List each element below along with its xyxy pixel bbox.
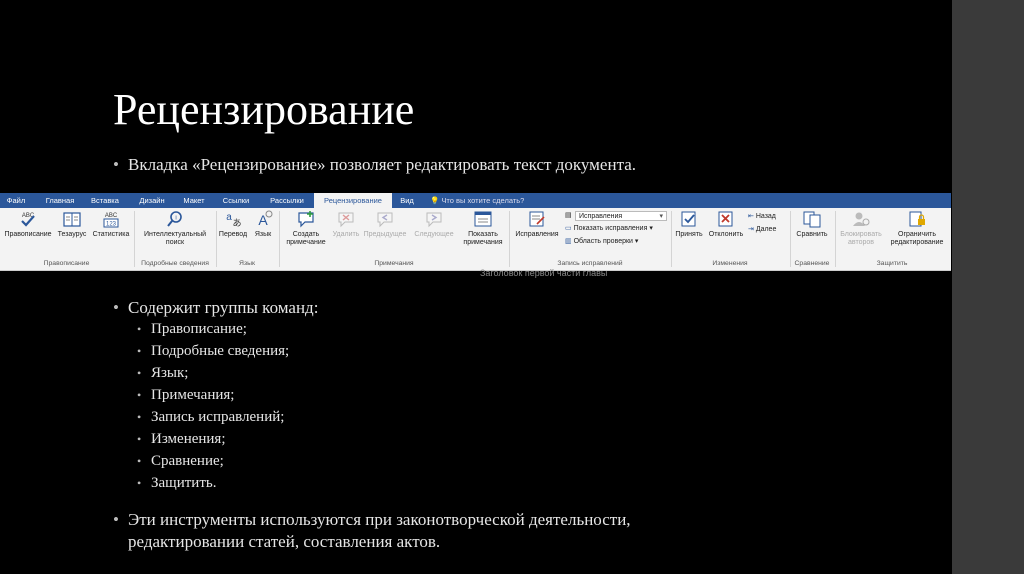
review-pane-icon: ▥ <box>565 238 572 245</box>
accept-icon <box>681 211 696 227</box>
bullet-glyph: • <box>113 298 119 317</box>
lightbulb-icon: 💡 <box>430 196 440 205</box>
word-ribbon: Файл Главная Вставка Дизайн Макет Ссылки… <box>0 193 951 271</box>
slide-title: Рецензирование <box>113 85 415 134</box>
translate-button[interactable]: a あ Перевод <box>217 210 249 239</box>
bullet-glyph: • <box>113 510 119 529</box>
group-label-protect: Защитить <box>876 260 908 267</box>
tab-insert[interactable]: Вставка <box>85 193 125 208</box>
previous-change-icon: ⇤ <box>748 213 754 220</box>
slide: Рецензирование • Вкладка «Рецензирование… <box>0 0 952 574</box>
delete-comment-icon <box>338 212 354 228</box>
group-separator <box>279 211 280 267</box>
book-icon <box>63 212 81 227</box>
side-gutter <box>952 0 1024 574</box>
svg-text:ABC: ABC <box>105 213 118 219</box>
show-markup-button[interactable]: ▭ Показать исправления ▾ <box>565 224 653 234</box>
review-pane-button[interactable]: ▥ Область проверки ▾ <box>565 237 638 247</box>
next-comment-button[interactable]: Следующее <box>410 210 458 239</box>
language-button[interactable]: A Язык <box>249 210 277 239</box>
accept-button[interactable]: Принять <box>672 210 706 239</box>
tab-home[interactable]: Главная <box>40 193 80 208</box>
tell-me-text: Что вы хотите сделать? <box>441 196 525 205</box>
tools-bullet-line1: Эти инструменты используются при законот… <box>128 510 631 529</box>
tools-bullet-line2: редактировании статей, составления актов… <box>128 532 441 551</box>
svg-text:123: 123 <box>106 222 117 228</box>
tab-design[interactable]: Дизайн <box>132 193 172 208</box>
previous-comment-icon <box>377 212 393 228</box>
search-icon: i <box>167 211 182 227</box>
next-change-icon: ⇥ <box>748 226 754 233</box>
group-label-compare: Сравнение <box>794 260 830 267</box>
tab-references[interactable]: Ссылки <box>216 193 256 208</box>
thesaurus-button[interactable]: Тезаурус <box>54 210 90 239</box>
svg-text:A: A <box>258 212 268 228</box>
spelling-check-icon: ABC <box>21 213 35 227</box>
spelling-button[interactable]: ABC Правописание <box>2 210 54 239</box>
reject-icon <box>718 211 733 227</box>
compare-button[interactable]: Сравнить <box>791 210 833 239</box>
show-comments-button[interactable]: Показать примечания <box>458 210 508 247</box>
restrict-editing-button[interactable]: Ограничить редактирование <box>886 210 948 247</box>
ribbon-tab-bar: Файл Главная Вставка Дизайн Макет Ссылки… <box>0 193 951 208</box>
chevron-down-icon: ▾ <box>634 238 639 245</box>
translate-icon: a あ <box>226 212 241 228</box>
document-heading-behind: Заголовок первой части главы <box>480 268 608 278</box>
smart-lookup-button[interactable]: i Интеллектуальный поиск <box>137 210 213 247</box>
show-markup-icon: ▭ <box>565 225 572 232</box>
reject-button[interactable]: Отклонить <box>706 210 746 239</box>
previous-comment-button[interactable]: Предыдущее <box>362 210 408 239</box>
next-comment-icon <box>426 212 442 228</box>
group-label-tracking: Запись исправлений <box>557 260 623 267</box>
compare-icon <box>803 211 821 228</box>
tell-me-box[interactable]: 💡 Что вы хотите сделать? <box>430 193 524 208</box>
new-comment-icon <box>298 211 314 228</box>
word-count-icon: ABC 123 <box>103 213 119 228</box>
tab-file[interactable]: Файл <box>0 193 32 208</box>
group-label-changes: Изменения <box>712 260 748 267</box>
bullet-glyph: • <box>113 155 119 174</box>
delete-comment-button[interactable]: Удалить <box>331 210 361 239</box>
statistics-button[interactable]: ABC 123 Статистика <box>90 210 132 239</box>
next-change-button[interactable]: ⇥ Далее <box>748 225 776 235</box>
chevron-down-icon: ▾ <box>649 225 653 232</box>
svg-text:i: i <box>175 216 176 222</box>
intro-bullet-text: Вкладка «Рецензирование» позволяет редак… <box>128 155 636 174</box>
chevron-down-icon: ▾ <box>659 213 663 220</box>
track-changes-button[interactable]: Исправления <box>510 210 564 239</box>
track-changes-icon <box>529 211 545 227</box>
group-separator <box>134 211 135 267</box>
groups-bullet-text: Содержит группы команд: <box>128 298 319 317</box>
previous-change-button[interactable]: ⇤ Назад <box>748 212 776 222</box>
markup-select[interactable]: Исправления ▾ <box>575 211 667 221</box>
group-label-insights: Подробные сведения <box>141 260 209 267</box>
svg-text:a: a <box>226 212 232 223</box>
tab-mailings[interactable]: Рассылки <box>262 193 312 208</box>
block-authors-icon <box>853 212 870 226</box>
lock-icon <box>909 211 925 227</box>
tab-view[interactable]: Вид <box>394 193 420 208</box>
group-label-comments: Примечания <box>374 260 414 267</box>
svg-text:あ: あ <box>232 218 241 228</box>
language-icon: A <box>258 210 273 228</box>
show-comments-icon <box>474 211 492 227</box>
group-label-language: Язык <box>239 260 255 267</box>
ribbon-body: ABC Правописание Тезаурус ABC 123 Статис… <box>0 208 951 271</box>
tab-review[interactable]: Рецензирование <box>314 193 392 208</box>
group-label-proofing: Правописание <box>43 260 90 267</box>
tab-layout[interactable]: Макет <box>176 193 212 208</box>
block-authors-button[interactable]: Блокировать авторов <box>836 210 886 247</box>
markup-list-icon: ▤ <box>565 212 572 219</box>
new-comment-button[interactable]: Создать примечание <box>281 210 331 247</box>
